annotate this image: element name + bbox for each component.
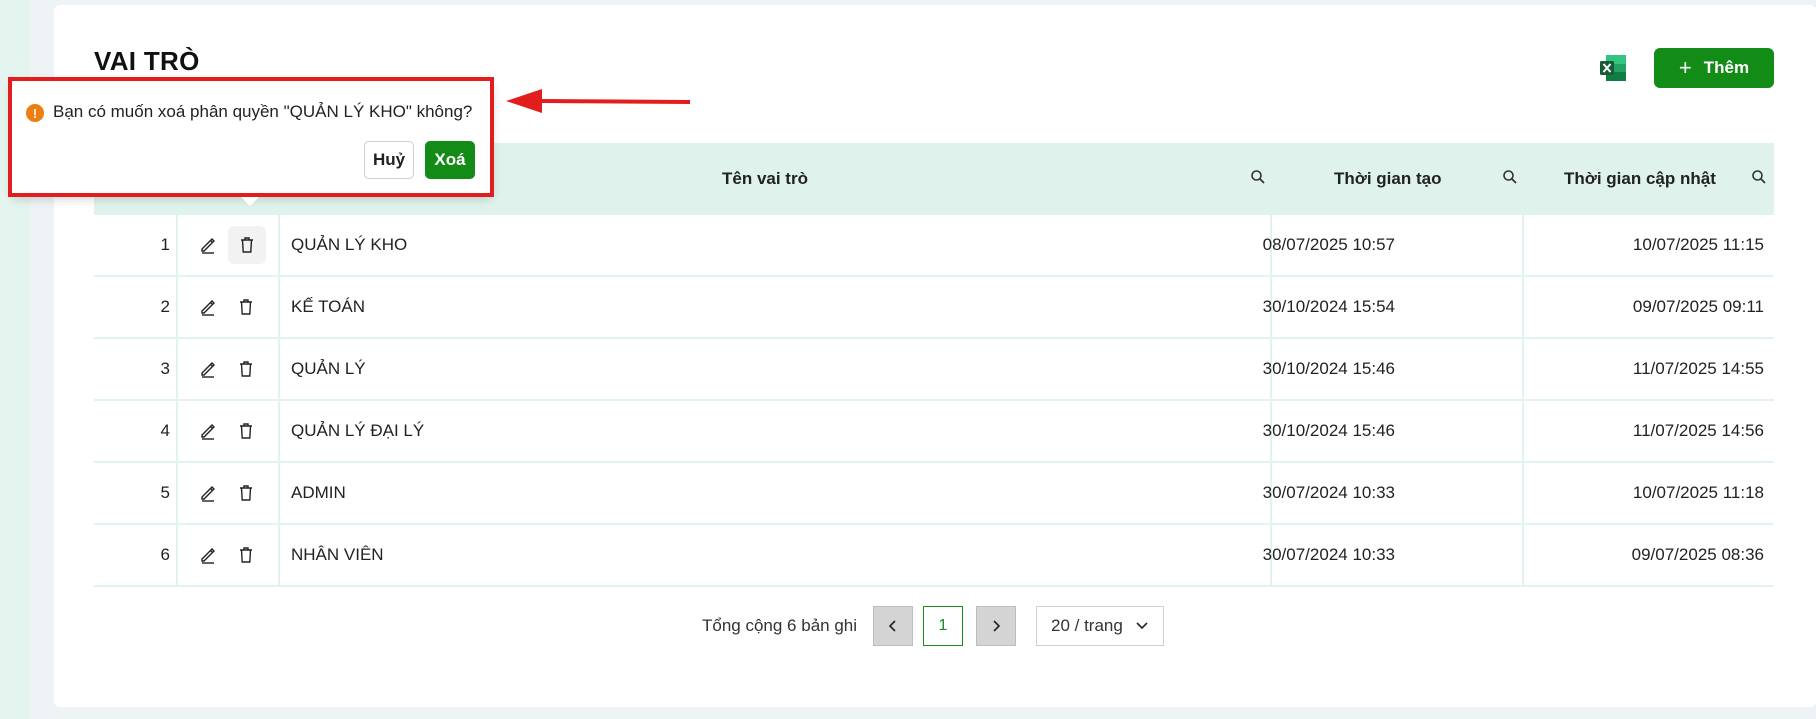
created-time: 30/10/2024 15:54 [1262,297,1395,316]
updated-time: 10/07/2025 11:15 [1632,235,1764,254]
plus-icon: + [1678,55,1692,80]
chevron-right-icon [993,620,1001,632]
delete-icon[interactable] [232,293,260,321]
created-time: 30/07/2024 10:33 [1262,545,1395,564]
column-header-created: Thời gian tạo [1334,169,1442,188]
row-number: 4 [160,421,170,440]
created-time: 08/07/2025 10:57 [1262,235,1395,254]
delete-icon[interactable] [228,226,266,264]
chevron-down-icon [1136,622,1148,630]
roles-table: Tên vai trò Thời gian tạo Thời gian cập … [94,143,1774,587]
edit-icon[interactable] [194,541,222,569]
row-number: 1 [160,235,170,254]
pagination-total: Tổng cộng 6 bản ghi [702,616,858,635]
delete-icon[interactable] [232,417,260,445]
page-title: VAI TRÒ [94,46,200,76]
created-time: 30/10/2024 15:46 [1262,359,1395,378]
add-button-label: Thêm [1703,58,1750,77]
created-time: 30/10/2024 15:46 [1262,421,1395,440]
delete-icon[interactable] [232,479,260,507]
table-row: 5 ADMIN 30/07/2024 10:33 10/07/2025 11:1… [94,463,1774,525]
add-button[interactable]: + Thêm [1654,48,1774,88]
highlight-box [8,77,494,197]
search-icon[interactable] [1751,169,1767,185]
role-name: QUẢN LÝ ĐẠI LÝ [291,421,425,440]
delete-icon[interactable] [232,541,260,569]
updated-time: 11/07/2025 14:56 [1632,421,1764,440]
updated-time: 09/07/2025 08:36 [1631,545,1764,564]
row-number: 2 [160,297,170,316]
column-header-updated: Thời gian cập nhật [1564,169,1716,188]
popover-arrow [240,196,260,206]
role-name: KẾ TOÁN [291,297,366,316]
updated-time: 11/07/2025 14:55 [1632,359,1764,378]
table-row: 2 KẾ TOÁN 30/10/2024 15:54 09/07/2025 09… [94,277,1774,339]
role-name: QUẢN LÝ KHO [291,235,408,254]
prev-page-button[interactable] [873,606,913,646]
page-size-select[interactable]: 20 / trang [1036,606,1164,646]
table-row: 6 NHÂN VIÊN 30/07/2024 10:33 09/07/2025 … [94,525,1774,587]
delete-icon[interactable] [232,355,260,383]
updated-time: 09/07/2025 09:11 [1632,297,1764,316]
edit-icon[interactable] [194,293,222,321]
role-name: QUẢN LÝ [291,359,366,378]
annotation-arrow-icon [506,89,691,113]
edit-icon[interactable] [194,231,222,259]
edit-icon[interactable] [194,355,222,383]
search-icon[interactable] [1250,169,1266,185]
page-size-value: 20 / trang [1051,616,1123,635]
updated-time: 10/07/2025 11:18 [1632,483,1764,502]
table-row: 3 QUẢN LÝ 30/10/2024 15:46 11/07/2025 14… [94,339,1774,401]
search-icon[interactable] [1502,169,1518,185]
created-time: 30/07/2024 10:33 [1262,483,1395,502]
role-name: NHÂN VIÊN [291,545,384,564]
role-name: ADMIN [291,483,346,502]
column-header-name: Tên vai trò [722,169,808,188]
row-number: 5 [160,483,170,502]
edit-icon[interactable] [194,479,222,507]
row-number: 6 [160,545,170,564]
table-row: 4 QUẢN LÝ ĐẠI LÝ 30/10/2024 15:46 11/07/… [94,401,1774,463]
row-number: 3 [160,359,170,378]
excel-icon[interactable] [1598,53,1628,83]
page-number-button[interactable]: 1 [923,606,963,646]
chevron-left-icon [888,620,896,632]
next-page-button[interactable] [976,606,1016,646]
table-row: 1 QUẢN LÝ KHO 08/07/2025 10:57 10/07/202… [94,215,1774,277]
edit-icon[interactable] [194,417,222,445]
